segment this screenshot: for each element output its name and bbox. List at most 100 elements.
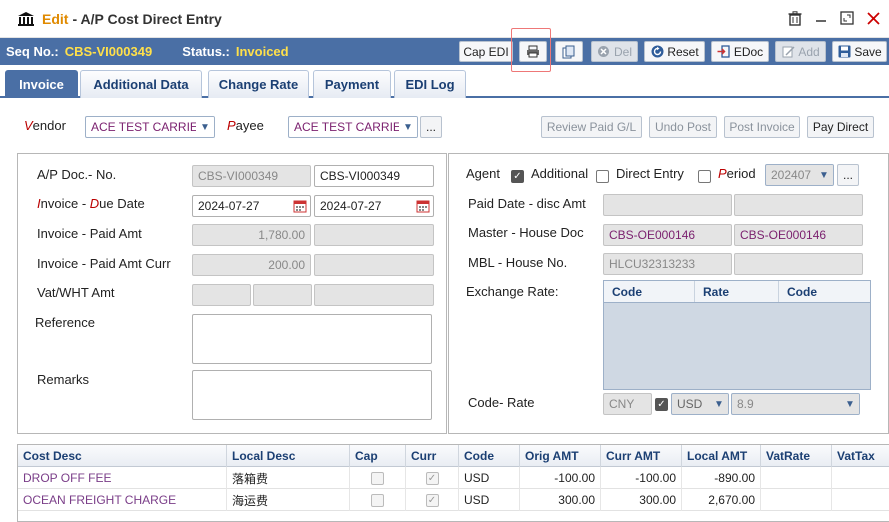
mbl-house-label: MBL - House No. [468,255,568,270]
edoc-label: EDoc [733,44,764,59]
tab-edi-log[interactable]: EDI Log [394,70,466,98]
vendor-payee-row: Vendor ACE TEST CARRIER ▼ Payee ACE TEST… [0,110,889,144]
curr-checkbox[interactable]: ✓ [425,471,439,485]
col-cap[interactable]: Cap [350,445,406,467]
house-doc-field[interactable]: CBS-OE000146 [734,224,863,246]
col-local-desc[interactable]: Local Desc [227,445,350,467]
cost-desc-cell: DROP OFF FEE [18,467,227,489]
cost-grid[interactable]: Cost Desc Local Desc Cap Curr Code Orig … [17,444,889,522]
curr-checkbox[interactable]: ✓ [425,493,439,507]
code-cell: USD [459,467,520,489]
edit-add-icon [781,45,795,59]
chevron-down-icon[interactable]: ▼ [710,394,728,414]
local-desc-cell: 落箱费 [227,467,350,489]
undo-post-button[interactable]: Undo Post [649,116,717,138]
curr-amt-cell: 300.00 [601,489,682,511]
cap-edi-label: Cap EDI [463,44,509,59]
cap-cell [350,467,406,489]
col-vat-rate[interactable]: VatRate [761,445,832,467]
additional-checkbox[interactable] [596,170,609,183]
local-amt-cell: -890.00 [682,467,761,489]
agent-checkbox[interactable]: ✓ [511,170,524,183]
vendor-combo[interactable]: ACE TEST CARRIER ▼ [85,116,215,138]
curr-amt-cell: -100.00 [601,467,682,489]
vat-rate-cell [761,489,832,511]
agent-label: Agent [466,166,500,181]
tab-additional-data[interactable]: Additional Data [80,70,202,98]
col-vat-tax[interactable]: VatTax [832,445,889,467]
copy-button[interactable] [555,41,583,62]
delete-label: Del [613,44,632,59]
exchange-rate-grid[interactable]: Code Rate Code [603,280,871,390]
period-lookup-button[interactable]: ... [837,164,859,186]
add-button[interactable]: Add [775,41,826,62]
calendar-icon[interactable] [293,199,307,213]
cap-checkbox[interactable] [371,471,384,485]
col-curr-amt[interactable]: Curr AMT [601,445,682,467]
vat-tax-cell [832,489,889,511]
table-row[interactable]: OCEAN FREIGHT CHARGE 海运费 ✓ USD 300.00 30… [18,489,889,511]
payee-label: Payee [227,118,264,133]
seq-value: CBS-VI000349 [64,44,153,59]
direct-entry-checkbox[interactable] [698,170,711,183]
status-label: Status.: [182,44,230,59]
code-rate-checkbox[interactable]: ✓ [655,398,668,411]
house-no-field [734,253,863,275]
pay-direct-button[interactable]: Pay Direct [807,116,874,138]
col-local-amt[interactable]: Local AMT [682,445,761,467]
vendor-value: ACE TEST CARRIER [91,120,207,134]
remarks-label: Remarks [37,372,90,387]
cap-checkbox[interactable] [371,493,384,507]
col-orig-amt[interactable]: Orig AMT [520,445,601,467]
tab-change-rate[interactable]: Change Rate [208,70,309,98]
col-code[interactable]: Code [459,445,520,467]
exchange-rate-label: Exchange Rate: [466,284,559,299]
delete-button[interactable]: Del [591,41,638,62]
invoice-date-input[interactable]: 2024-07-27 [192,195,311,217]
tab-payment[interactable]: Payment [313,70,391,98]
cost-grid-header: Cost Desc Local Desc Cap Curr Code Orig … [18,445,889,467]
invoice-due-label: Invoice - Due Date [37,196,145,211]
review-paid-gl-button[interactable]: Review Paid G/L [541,116,642,138]
period-combo[interactable]: 202407 ▼ [765,164,834,186]
reset-label: Reset [667,44,699,59]
payee-combo[interactable]: ACE TEST CARRIER ▼ [288,116,418,138]
period-label: Period [718,166,756,181]
rate-combo[interactable]: 8.9 ▼ [731,393,860,415]
master-doc-field[interactable]: CBS-OE000146 [603,224,732,246]
status-value: Invoiced [235,44,289,59]
local-desc-cell: 海运费 [227,489,350,511]
reference-input[interactable] [192,314,432,364]
chevron-down-icon[interactable]: ▼ [841,394,859,414]
cap-edi-button[interactable]: Cap EDI [459,41,513,62]
disc-amt-field [734,194,863,216]
payee-lookup-button[interactable]: ... [420,116,442,138]
currency-combo[interactable]: USD ▼ [671,393,729,415]
trash-icon[interactable] [787,10,803,26]
invoice-amt-curr-field: 200.00 [192,254,311,276]
chevron-down-icon[interactable]: ▼ [815,165,833,185]
paid-amt-field [314,224,434,246]
ap-no-input[interactable]: CBS-VI000349 [314,165,434,187]
remarks-input[interactable] [192,370,432,420]
due-date-input[interactable]: 2024-07-27 [314,195,434,217]
vendor-label: Vendor [24,118,66,133]
save-button[interactable]: Save [832,41,887,62]
edoc-button[interactable]: EDoc [711,41,769,62]
col-curr[interactable]: Curr [406,445,459,467]
maximize-icon[interactable] [839,10,855,26]
tab-invoice[interactable]: Invoice [5,70,78,98]
table-row[interactable]: DROP OFF FEE 落箱费 ✓ USD -100.00 -100.00 -… [18,467,889,489]
local-amt-cell: 2,670.00 [682,489,761,511]
reset-button[interactable]: Reset [644,41,705,62]
calendar-icon[interactable] [416,199,430,213]
paid-amt-label: Invoice - Paid Amt [37,226,142,241]
chevron-down-icon[interactable]: ▼ [196,117,214,137]
payee-value: ACE TEST CARRIER [294,120,410,134]
chevron-down-icon[interactable]: ▼ [399,117,417,137]
curr-cell: ✓ [406,489,459,511]
close-icon[interactable] [865,10,881,26]
col-cost-desc[interactable]: Cost Desc [18,445,227,467]
minimize-icon[interactable] [813,10,829,26]
post-invoice-button[interactable]: Post Invoice [724,116,800,138]
